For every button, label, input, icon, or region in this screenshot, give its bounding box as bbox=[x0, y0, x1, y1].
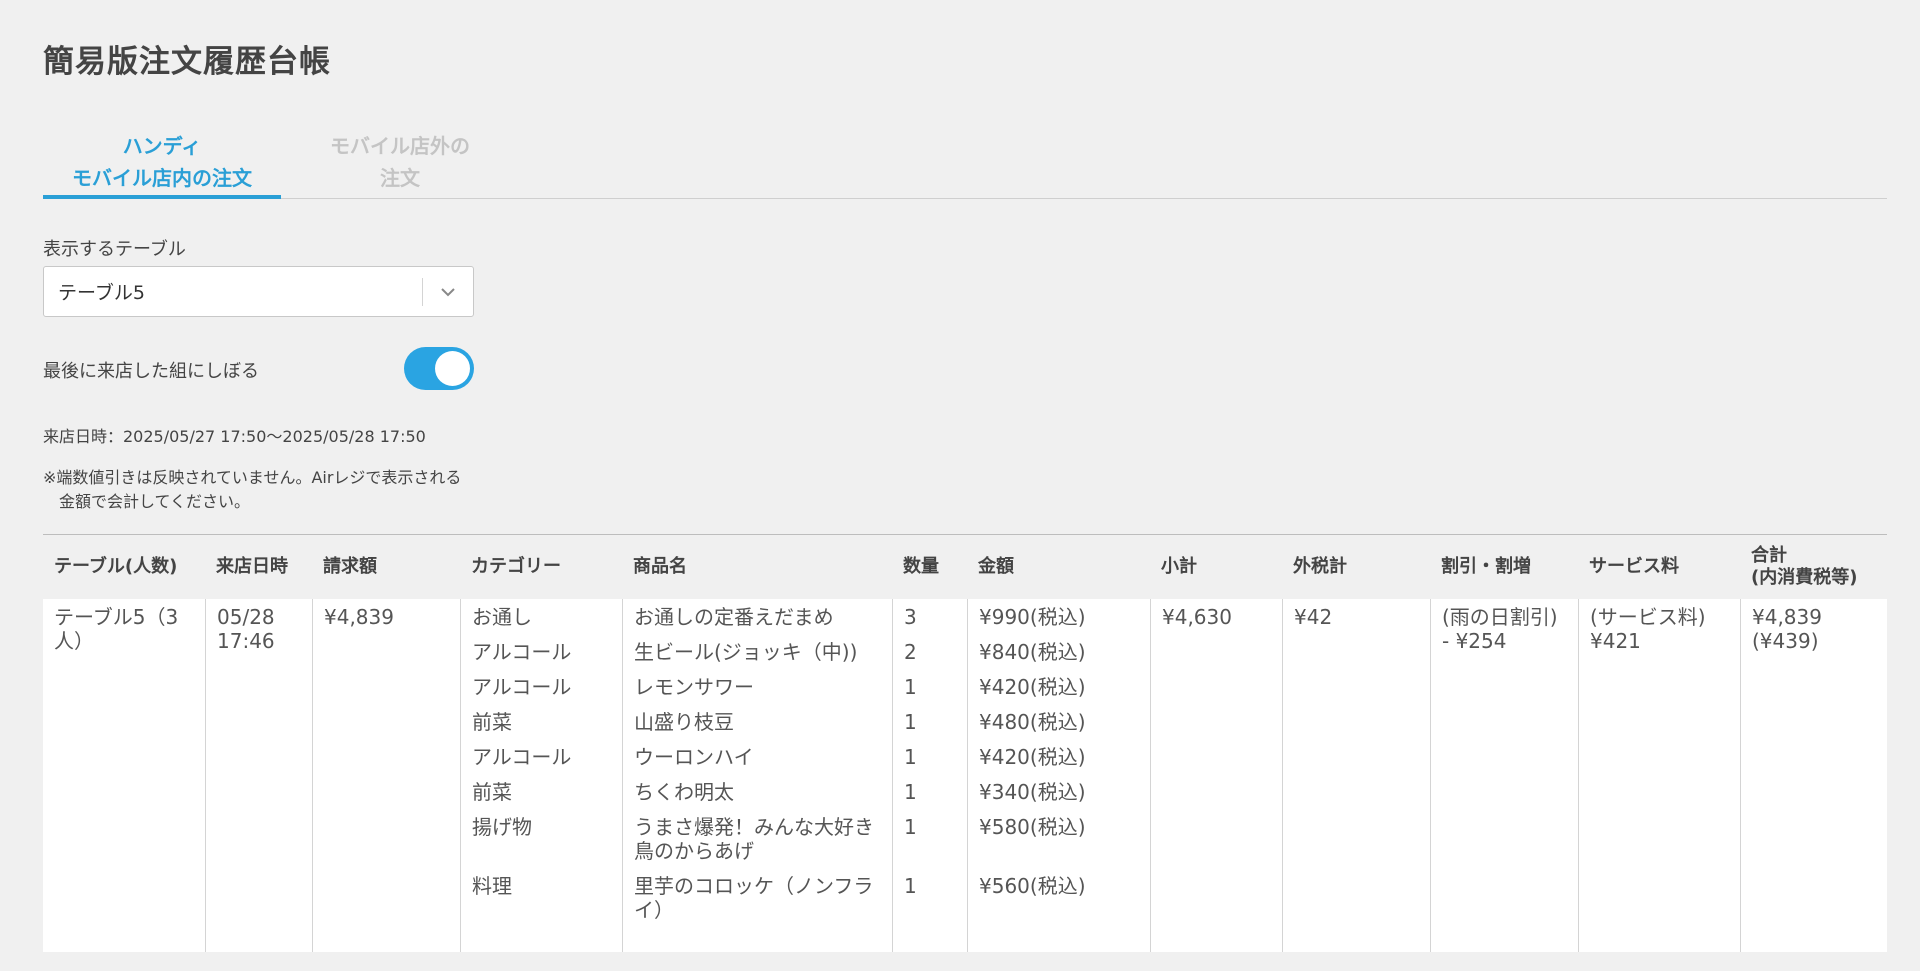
header-category: カテゴリー bbox=[471, 556, 561, 577]
header-outer-tax: 外税計 bbox=[1293, 556, 1347, 577]
chevron-down-icon[interactable] bbox=[423, 287, 473, 297]
item-category: 料理 bbox=[472, 874, 512, 898]
cell-table: テーブル5（3人） bbox=[54, 605, 179, 653]
item-qty: 3 bbox=[904, 605, 917, 629]
visit-time: 17:46 bbox=[217, 629, 275, 653]
discount-label: (雨の日割引) bbox=[1442, 605, 1558, 629]
cell-visit-date: 05/28 17:46 bbox=[205, 599, 312, 952]
header-total-tax-label: (内消費税等) bbox=[1751, 567, 1858, 588]
item-amount: ¥480(税込) bbox=[979, 710, 1086, 734]
toggle-knob bbox=[435, 351, 470, 386]
item-category: 揚げ物 bbox=[472, 815, 532, 839]
table-header: テーブル(人数) 来店日時 請求額 カテゴリー 商品名 数量 金額 小計 外税計… bbox=[43, 535, 1887, 599]
table-select-label: 表示するテーブル bbox=[43, 239, 186, 260]
item-category: 前菜 bbox=[472, 710, 512, 734]
order-history-table: テーブル(人数) 来店日時 請求額 カテゴリー 商品名 数量 金額 小計 外税計… bbox=[43, 534, 1887, 952]
visit-date: 05/28 bbox=[217, 605, 275, 629]
filter-last-visit-label: 最後に来店した組にしぼる bbox=[43, 361, 259, 382]
item-name: うまさ爆発！みんな大好き鳥のからあげ bbox=[634, 815, 874, 863]
discount-value: - ¥254 bbox=[1442, 629, 1507, 653]
cell-amounts: ¥990(税込) ¥840(税込) ¥420(税込) ¥480(税込) ¥420… bbox=[967, 599, 1150, 952]
item-qty: 1 bbox=[904, 780, 917, 804]
cell-discount: (雨の日割引) - ¥254 bbox=[1430, 599, 1578, 952]
rounding-note: ※端数値引きは反映されていません。Airレジで表示される 金額で会計してください… bbox=[43, 466, 493, 514]
service-value: ¥421 bbox=[1590, 629, 1641, 653]
cell-billed: ¥4,839 bbox=[312, 599, 460, 952]
item-name: ちくわ明太 bbox=[634, 780, 734, 804]
cell-categories: お通し アルコール アルコール 前菜 アルコール 前菜 揚げ物 料理 bbox=[460, 599, 622, 952]
tab-label-line2: モバイル店内の注文 bbox=[72, 165, 252, 190]
note-line2: 金額で会計してください。 bbox=[59, 492, 251, 511]
header-product: 商品名 bbox=[633, 556, 687, 577]
header-visit-date: 来店日時 bbox=[216, 556, 288, 577]
item-qty: 1 bbox=[904, 710, 917, 734]
tab-mobile-outside[interactable]: モバイル店外の 注文 bbox=[281, 124, 519, 199]
header-qty: 数量 bbox=[903, 556, 939, 577]
item-category: アルコール bbox=[472, 675, 572, 699]
item-name: 生ビール(ジョッキ（中)) bbox=[634, 640, 858, 664]
item-amount: ¥990(税込) bbox=[979, 605, 1086, 629]
item-name: レモンサワー bbox=[634, 675, 754, 699]
total-tax-value: (¥439) bbox=[1752, 629, 1819, 653]
tab-label-line1: ハンディ bbox=[122, 133, 202, 158]
cell-subtotal: ¥4,630 bbox=[1150, 599, 1282, 952]
item-amount: ¥560(税込) bbox=[979, 874, 1086, 898]
item-qty: 2 bbox=[904, 640, 917, 664]
tab-label-line1: モバイル店外の bbox=[330, 133, 470, 158]
order-history-page: 簡易版注文履歴台帳 ハンディ モバイル店内の注文 モバイル店外の 注文 表示する… bbox=[0, 0, 1920, 971]
table-row[interactable]: テーブル5（3人） 05/28 17:46 ¥4,839 お通し アルコール ア… bbox=[43, 599, 1887, 952]
header-discount: 割引・割増 bbox=[1441, 556, 1531, 577]
filter-last-visit-toggle[interactable] bbox=[404, 347, 474, 390]
item-amount: ¥420(税込) bbox=[979, 745, 1086, 769]
header-table: テーブル(人数) bbox=[54, 556, 178, 577]
item-name: 里芋のコロッケ（ノンフライ） bbox=[634, 874, 874, 922]
table-select-value: テーブル5 bbox=[58, 282, 145, 304]
item-name: お通しの定番えだまめ bbox=[634, 605, 834, 629]
visit-datetime-range: 来店日時：2025/05/27 17:50〜2025/05/28 17:50 bbox=[43, 427, 426, 446]
item-category: お通し bbox=[472, 605, 532, 629]
item-amount: ¥420(税込) bbox=[979, 675, 1086, 699]
item-amount: ¥580(税込) bbox=[979, 815, 1086, 839]
table-select[interactable]: テーブル5 bbox=[43, 266, 474, 317]
item-qty: 1 bbox=[904, 874, 917, 898]
header-amount: 金額 bbox=[978, 556, 1014, 577]
tab-label-line2: 注文 bbox=[380, 165, 420, 190]
header-service: サービス料 bbox=[1589, 556, 1679, 577]
header-total-label: 合計 bbox=[1751, 545, 1787, 566]
item-qty: 1 bbox=[904, 815, 917, 839]
header-billed: 請求額 bbox=[323, 556, 377, 577]
cell-products: お通しの定番えだまめ 生ビール(ジョッキ（中)) レモンサワー 山盛り枝豆 ウー… bbox=[622, 599, 892, 952]
header-total: 合計 (内消費税等) bbox=[1740, 535, 1887, 599]
item-category: 前菜 bbox=[472, 780, 512, 804]
page-title: 簡易版注文履歴台帳 bbox=[43, 44, 331, 80]
item-name: 山盛り枝豆 bbox=[634, 710, 734, 734]
cell-outer-tax: ¥42 bbox=[1282, 599, 1430, 952]
item-category: アルコール bbox=[472, 640, 572, 664]
cell-quantities: 3 2 1 1 1 1 1 1 bbox=[892, 599, 967, 952]
item-category: アルコール bbox=[472, 745, 572, 769]
note-line1: ※端数値引きは反映されていません。Airレジで表示される bbox=[43, 468, 462, 487]
tab-bar: ハンディ モバイル店内の注文 モバイル店外の 注文 bbox=[43, 124, 1887, 199]
item-name: ウーロンハイ bbox=[634, 745, 754, 769]
item-amount: ¥840(税込) bbox=[979, 640, 1086, 664]
item-amount: ¥340(税込) bbox=[979, 780, 1086, 804]
item-qty: 1 bbox=[904, 745, 917, 769]
total-value: ¥4,839 bbox=[1752, 605, 1822, 629]
cell-total: ¥4,839 (¥439) bbox=[1740, 599, 1887, 952]
tab-handy-mobile-instore[interactable]: ハンディ モバイル店内の注文 bbox=[43, 124, 281, 199]
item-qty: 1 bbox=[904, 675, 917, 699]
cell-service: (サービス料) ¥421 bbox=[1578, 599, 1740, 952]
service-label: (サービス料) bbox=[1590, 605, 1706, 629]
header-subtotal: 小計 bbox=[1161, 556, 1197, 577]
